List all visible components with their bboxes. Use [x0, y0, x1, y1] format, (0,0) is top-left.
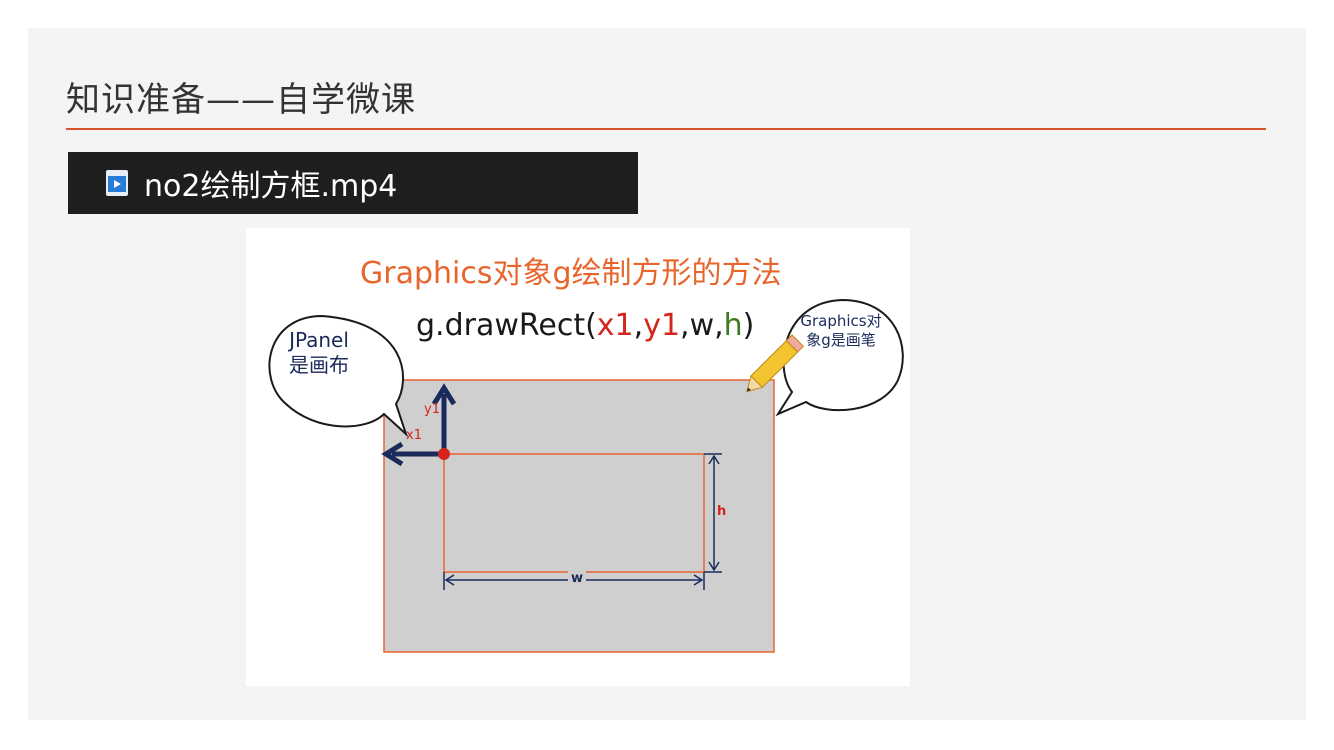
bubble-right-line2: 象g是画笔 — [806, 330, 876, 349]
video-file-icon — [106, 170, 128, 196]
bubble-left-text: JPanel 是画布 — [264, 328, 374, 378]
slide: 知识准备——自学微课 no2绘制方框.mp4 Graphics对象g绘制方形的方… — [28, 28, 1306, 720]
bubble-right-text: Graphics对 象g是画笔 — [786, 312, 896, 350]
title-divider — [66, 128, 1266, 130]
video-file-link[interactable]: no2绘制方框.mp4 — [68, 152, 638, 214]
code-x1: x1 — [596, 308, 634, 343]
code-h: h — [723, 308, 743, 343]
label-y1: y1 — [424, 402, 440, 417]
bubble-left-line2: 是画布 — [289, 353, 349, 377]
code-sep2: ,w, — [680, 308, 724, 343]
label-x1: x1 — [406, 428, 422, 443]
bubble-right-line1: Graphics对 — [800, 312, 882, 330]
origin-point — [438, 448, 450, 460]
bubble-left-line1: JPanel — [289, 328, 349, 352]
drawrect-figure: Graphics对象g绘制方形的方法 g.drawRect(x1,y1,w,h)… — [246, 228, 910, 686]
slide-title: 知识准备——自学微课 — [66, 80, 416, 120]
code-sep1: , — [633, 308, 644, 343]
drawrect-code: g.drawRect(x1,y1,w,h) — [416, 308, 754, 343]
code-prefix: g.drawRect( — [416, 308, 597, 343]
figure-title: Graphics对象g绘制方形的方法 — [360, 256, 782, 291]
figure-drawing — [268, 298, 904, 653]
code-suffix: ) — [742, 308, 755, 343]
label-h: h — [717, 504, 727, 519]
code-y1: y1 — [643, 308, 681, 343]
video-file-name: no2绘制方框.mp4 — [144, 169, 398, 204]
label-w: w — [568, 571, 587, 586]
